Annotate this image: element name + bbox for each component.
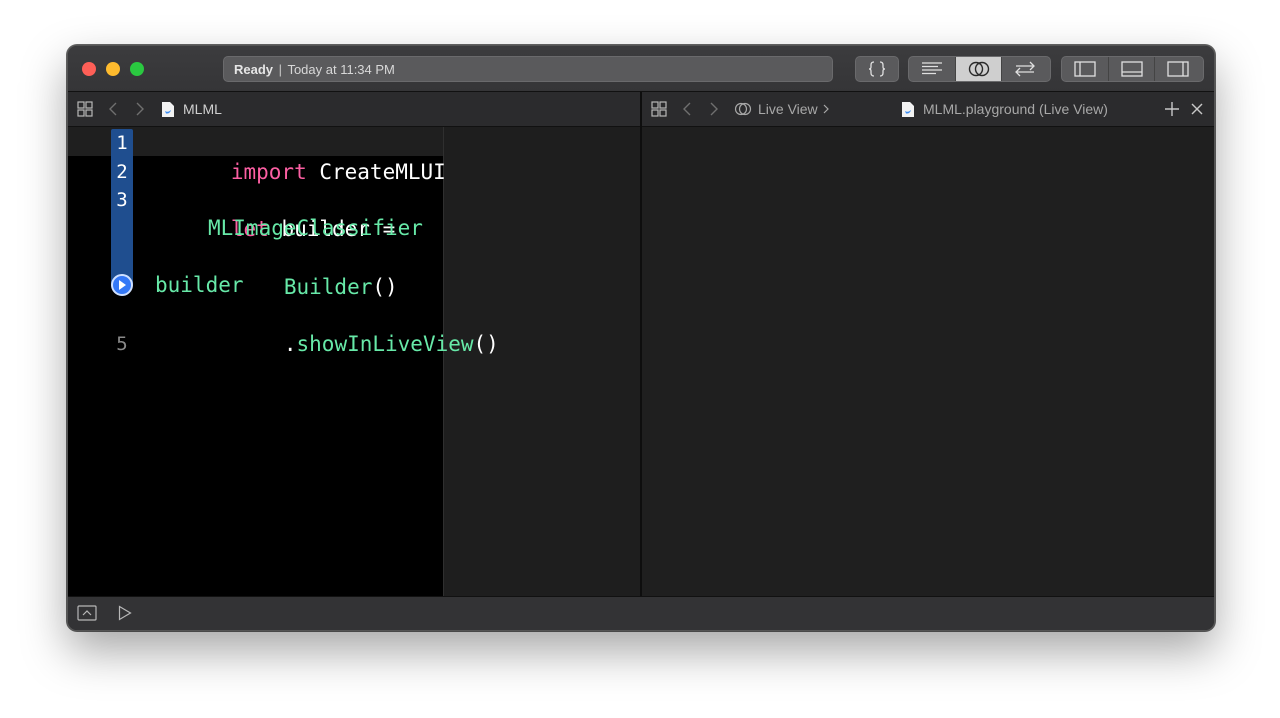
activity-separator: | <box>278 62 283 77</box>
line-number: 2 <box>116 161 128 183</box>
live-view-area[interactable] <box>642 127 1214 596</box>
swift-file-icon <box>901 101 915 118</box>
jump-bar-file[interactable]: MLML <box>161 92 222 126</box>
xcode-window: Ready | Today at 11:34 PM MLML Live View… <box>67 45 1215 631</box>
run-playground-icon[interactable] <box>118 605 132 626</box>
live-view-icon <box>734 101 752 117</box>
back-chevron-icon[interactable] <box>108 92 118 126</box>
code-line-wrapped: MLImageClassifier <box>208 216 423 240</box>
breadcrumb-chevron-icon <box>823 104 829 114</box>
title-bar: Ready | Today at 11:34 PM <box>68 46 1214 92</box>
identifier-token: CreateMLUI <box>306 160 446 184</box>
editor-mode-group <box>908 56 1051 82</box>
dot-token: . <box>283 332 297 356</box>
debug-area-toggle-icon[interactable] <box>1108 57 1154 81</box>
live-view-label: Live View <box>758 101 818 117</box>
jump-bar-file-label: MLML <box>183 101 222 117</box>
line-number: 3 <box>116 189 128 211</box>
paren-token: () <box>372 275 398 299</box>
jump-bar-playground-file[interactable]: MLML.playground (Live View) <box>901 92 1108 126</box>
layout-toggle-group <box>1061 56 1204 82</box>
assistant-editor-icon[interactable] <box>955 57 1001 81</box>
show-debug-area-icon[interactable] <box>77 605 97 626</box>
zoom-window-button[interactable] <box>130 62 144 76</box>
line-number: 1 <box>116 132 128 154</box>
related-items-grid-icon[interactable] <box>77 92 93 126</box>
assistant-forward-chevron-icon[interactable] <box>709 92 719 126</box>
minimize-window-button[interactable] <box>106 62 120 76</box>
keyword-token: import <box>230 160 307 184</box>
activity-viewer: Ready | Today at 11:34 PM <box>223 56 833 82</box>
version-editor-icon[interactable] <box>1001 57 1047 81</box>
code-line-wrapped: .showInLiveView() <box>208 299 499 389</box>
forward-chevron-icon[interactable] <box>135 92 145 126</box>
jump-bar-live-view[interactable]: Live View <box>734 92 834 126</box>
debug-bar <box>68 596 1214 630</box>
code-line: builder <box>155 273 244 297</box>
type-token: Builder <box>283 275 373 299</box>
editor-jump-bar: MLML <box>68 92 640 127</box>
standard-editor-icon[interactable] <box>909 57 955 81</box>
playground-file-label: MLML.playground (Live View) <box>923 101 1108 117</box>
activity-status: Ready <box>234 62 274 77</box>
assistant-jump-bar: Live View MLML.playground (Live View) <box>642 92 1214 127</box>
inspector-toggle-icon[interactable] <box>1154 57 1200 81</box>
paren-token: () <box>473 332 499 356</box>
assistant-related-items-grid-icon[interactable] <box>651 92 667 126</box>
line-number: 5 <box>116 333 128 355</box>
library-button-group <box>855 56 899 82</box>
assistant-back-chevron-icon[interactable] <box>682 92 692 126</box>
close-window-button[interactable] <box>82 62 96 76</box>
run-to-line-button[interactable] <box>111 274 133 296</box>
braces-icon[interactable] <box>856 57 898 81</box>
close-editor-icon[interactable] <box>1191 92 1203 126</box>
swift-file-icon <box>161 101 175 118</box>
activity-time: Today at 11:34 PM <box>287 62 395 77</box>
navigator-toggle-icon[interactable] <box>1062 57 1108 81</box>
add-editor-plus-icon[interactable] <box>1165 92 1179 126</box>
method-token: showInLiveView <box>296 332 474 356</box>
